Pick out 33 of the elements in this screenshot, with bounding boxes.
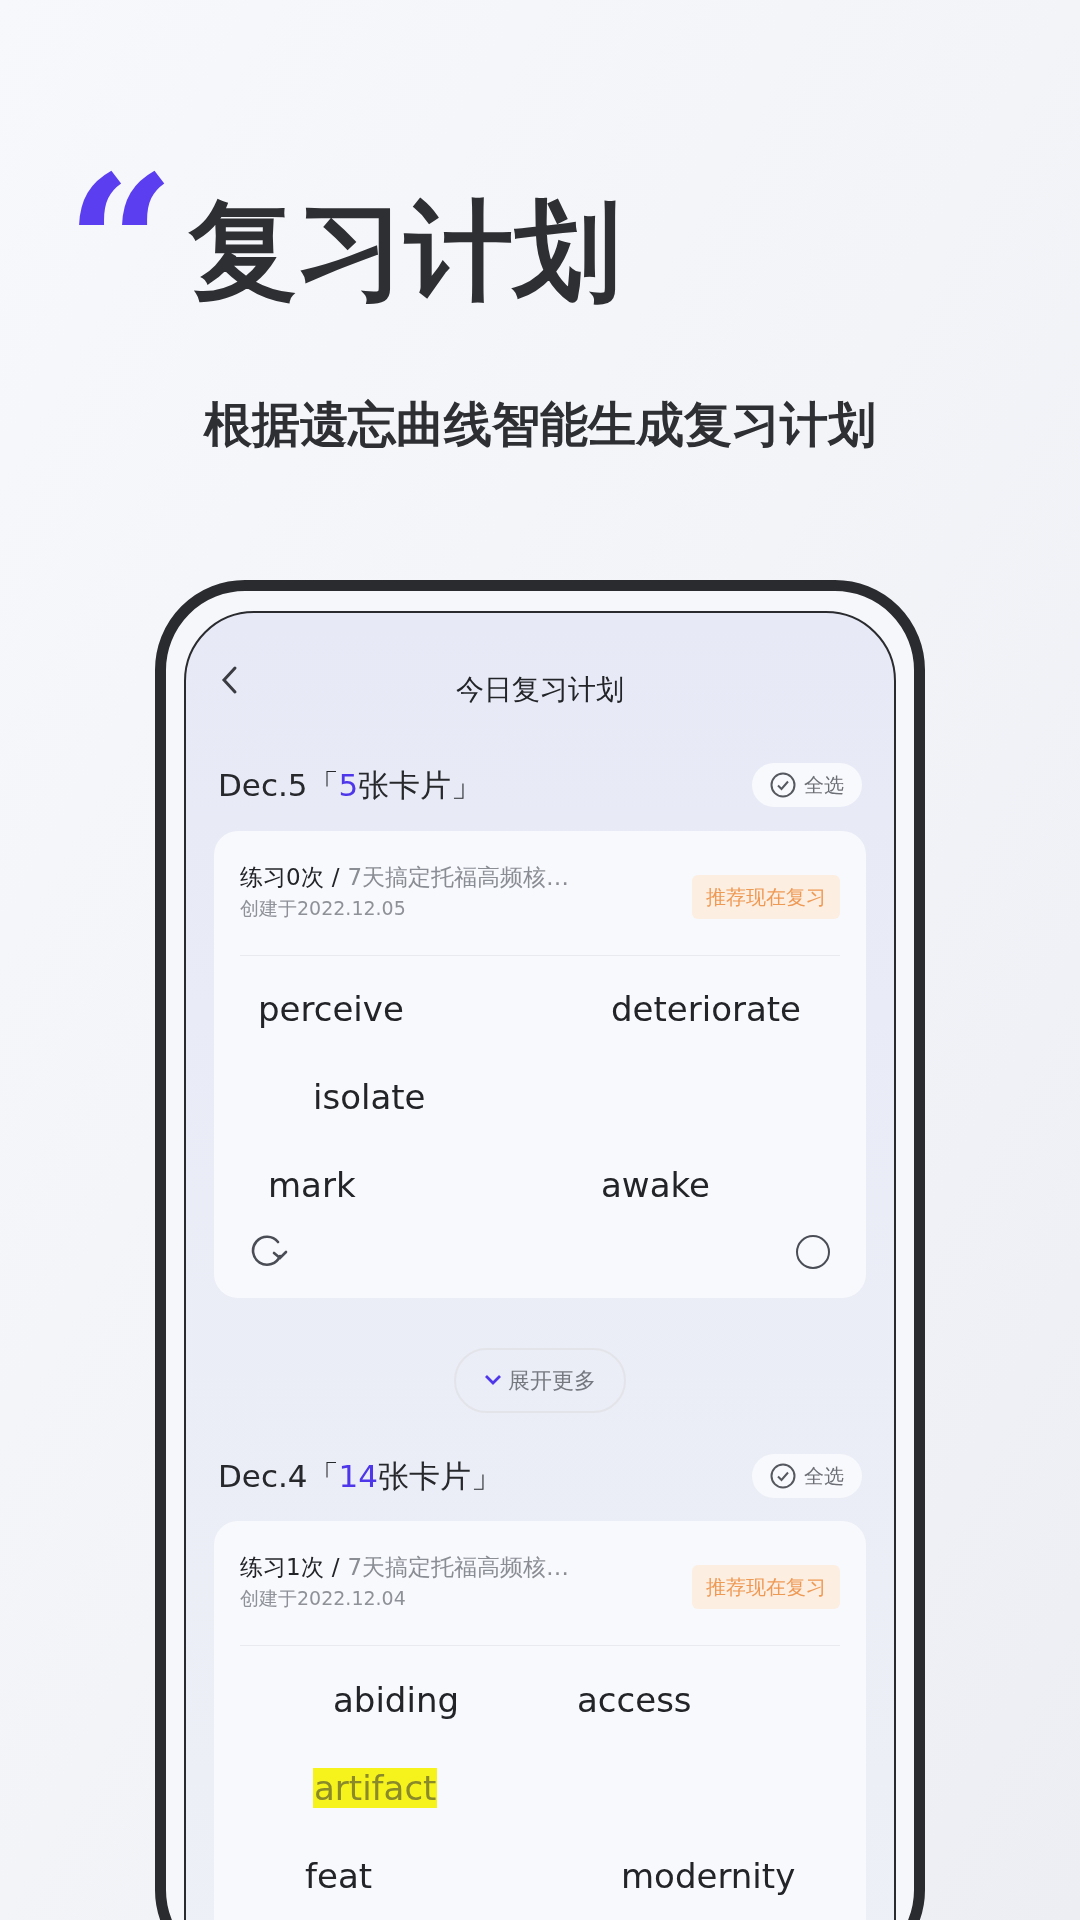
section-date-heading: Dec.5「5张卡片」 bbox=[218, 766, 483, 805]
quote-mark: “ bbox=[66, 160, 176, 330]
practice-count: 练习0次 bbox=[240, 862, 324, 892]
hero-subtitle: 根据遗忘曲线智能生成复习计划 bbox=[202, 395, 877, 454]
chevron-down-icon bbox=[484, 1374, 502, 1386]
hero-title: 复习计划 bbox=[189, 187, 622, 315]
recommend-badge: 推荐现在复习 bbox=[692, 1565, 840, 1609]
check-circle-icon bbox=[770, 772, 796, 799]
word-chip[interactable]: deteriorate bbox=[611, 989, 802, 1029]
select-all-button[interactable]: 全选 bbox=[752, 1453, 862, 1498]
word-chip[interactable]: access bbox=[577, 1679, 692, 1720]
practice-count: 练习1次 bbox=[240, 1553, 324, 1582]
word-chip[interactable]: modernity bbox=[621, 1855, 796, 1896]
section-date-heading: Dec.4「14张卡片」 bbox=[218, 1456, 503, 1496]
screen-title: 今日复习计划 bbox=[456, 671, 624, 708]
select-all-button[interactable]: 全选 bbox=[752, 763, 862, 808]
created-date: 创建于2022.12.04 bbox=[240, 1586, 407, 1611]
deck-name: 7天搞定托福高频核… bbox=[347, 1553, 570, 1582]
word-chip[interactable]: awake bbox=[601, 1165, 710, 1205]
word-chip[interactable]: abiding bbox=[333, 1679, 460, 1720]
deck-name: 7天搞定托福高频核… bbox=[347, 862, 570, 892]
word-chip[interactable]: feat bbox=[305, 1855, 373, 1896]
expand-more-button[interactable]: 展开更多 bbox=[454, 1347, 626, 1413]
separator-slash: / bbox=[331, 862, 340, 892]
select-checkbox[interactable] bbox=[796, 1234, 830, 1269]
separator-slash: / bbox=[331, 1553, 340, 1582]
word-chip[interactable]: mark bbox=[268, 1165, 356, 1205]
word-chip[interactable]: perceive bbox=[258, 989, 404, 1029]
word-chip[interactable]: isolate bbox=[313, 1077, 426, 1117]
back-icon[interactable] bbox=[220, 665, 238, 695]
recommend-badge: 推荐现在复习 bbox=[692, 874, 840, 919]
created-date: 创建于2022.12.05 bbox=[240, 895, 407, 921]
check-circle-icon bbox=[770, 1462, 796, 1489]
